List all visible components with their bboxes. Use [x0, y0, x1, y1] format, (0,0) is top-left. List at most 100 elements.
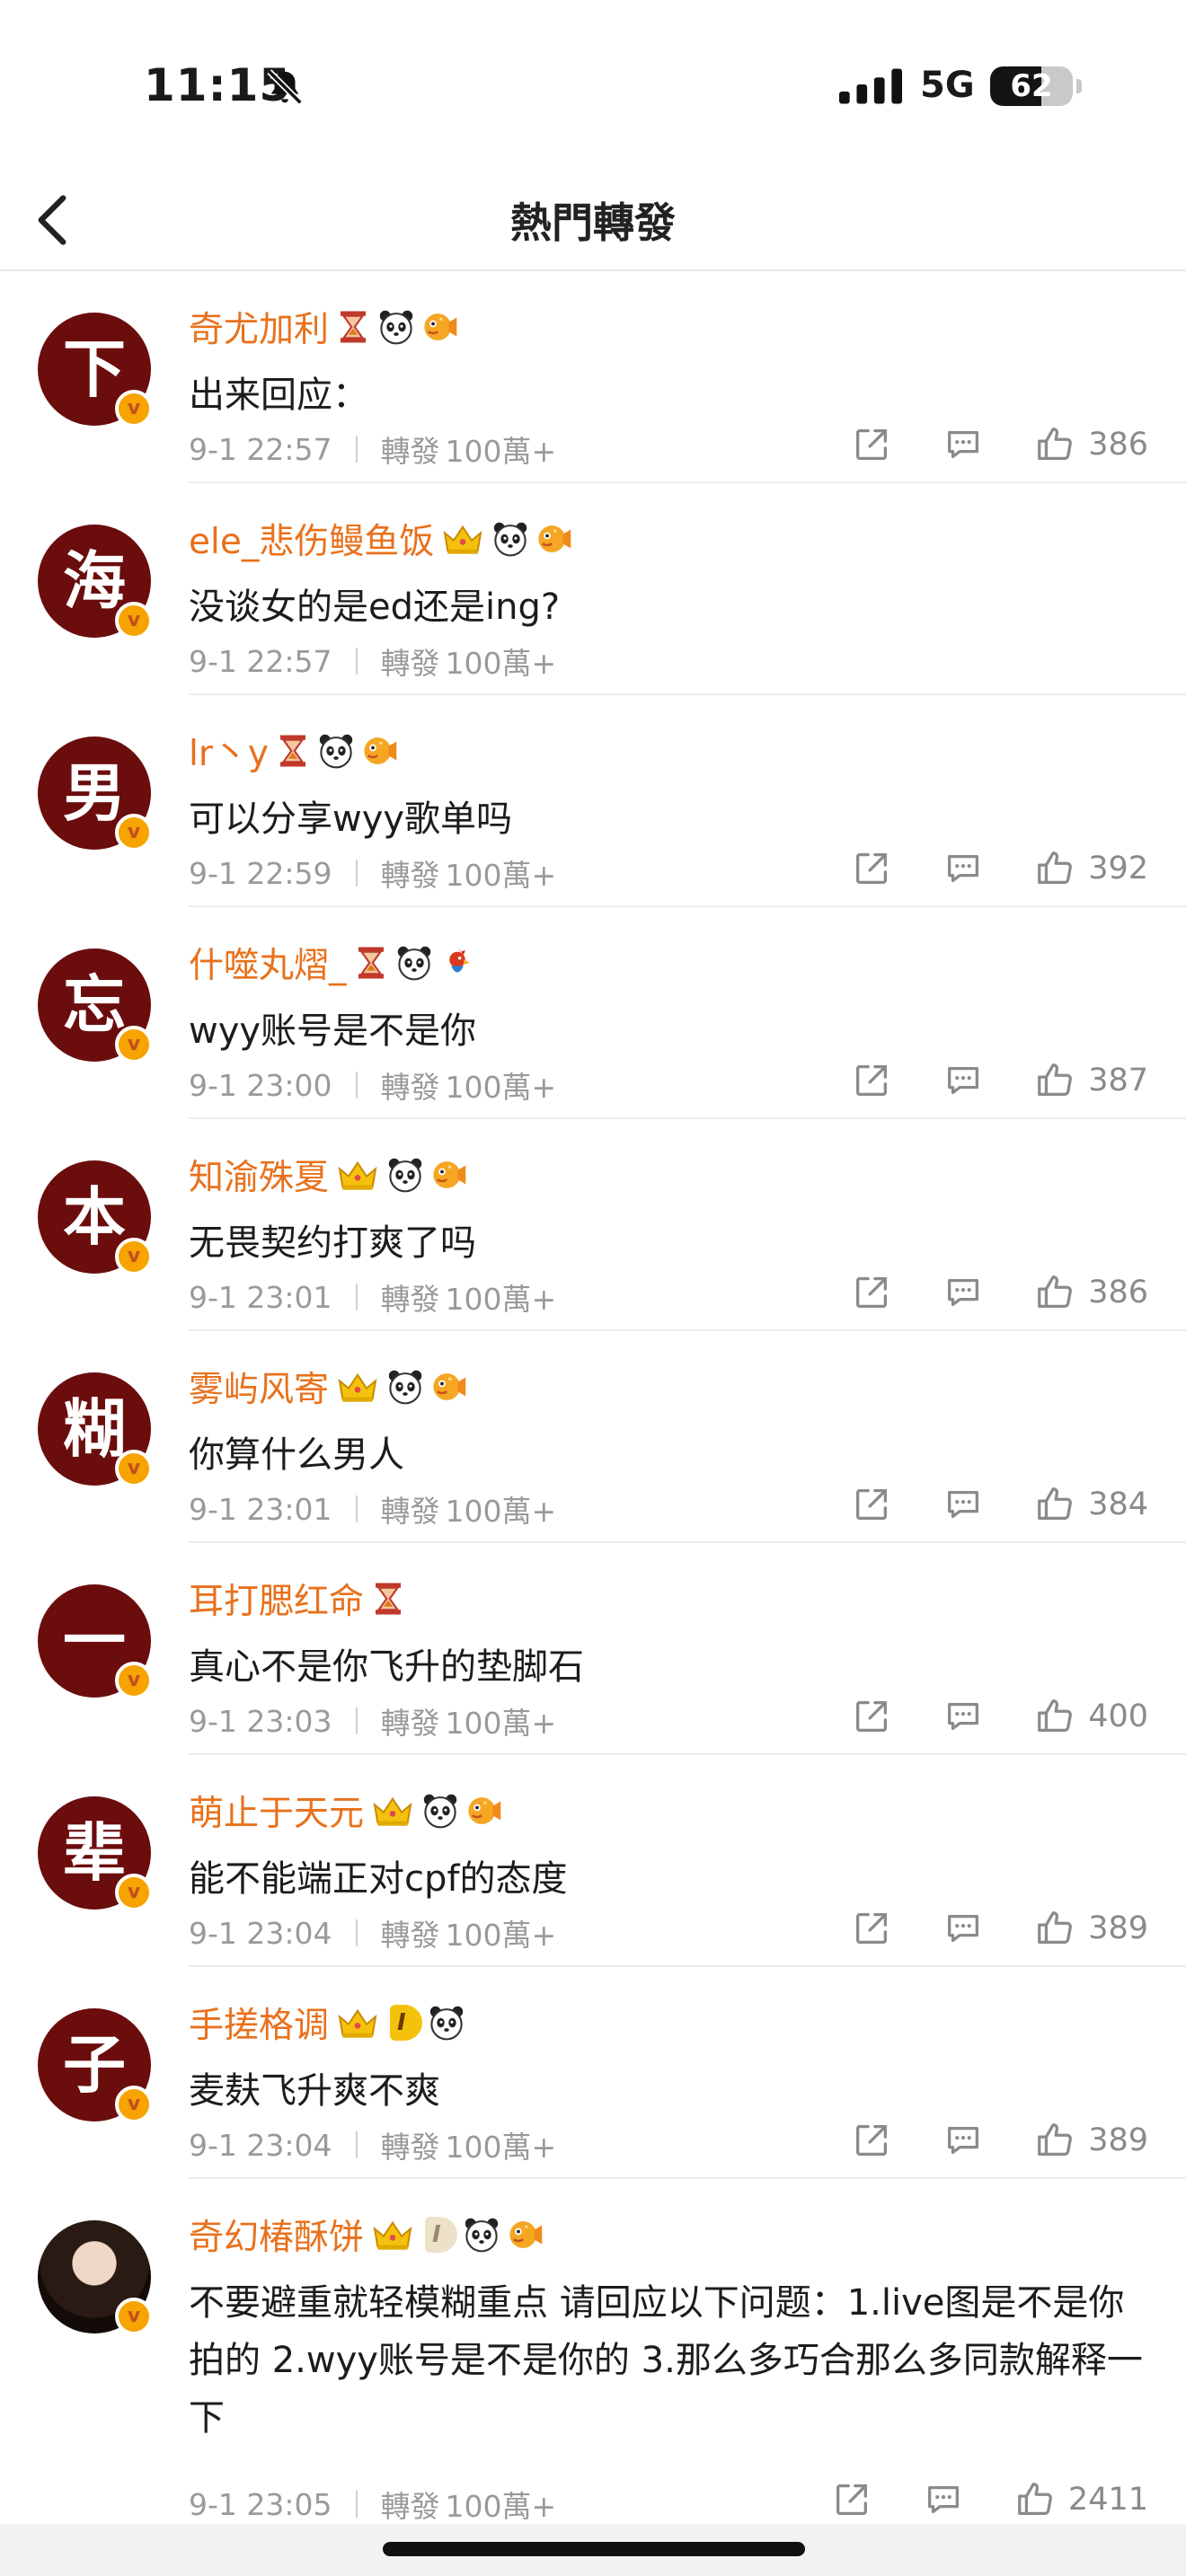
comment-meta: 9-1 23:04 轉發 100萬+	[189, 2123, 556, 2166]
level-badge: I	[425, 2217, 457, 2253]
crown-icon	[334, 1157, 381, 1193]
like-icon[interactable]	[1034, 1060, 1075, 1101]
comment-icon[interactable]	[943, 1908, 984, 1949]
list-item[interactable]: 一 v 耳打腮红命 真心不是你飞升的垫脚石 9-1 23:03 轉發 100萬+ 400	[0, 1543, 1186, 1755]
username[interactable]: 雾屿风寄	[189, 1362, 329, 1412]
like-icon[interactable]	[1034, 1272, 1075, 1313]
repost-count: 100萬+	[445, 1070, 557, 1105]
list-item[interactable]: 忘 v 什噬丸熠_ wyy账号是不是你 9-1 23:00 轉發 100萬+ 387	[0, 907, 1186, 1119]
share-icon[interactable]	[851, 848, 892, 889]
repost-count: 100萬+	[445, 1918, 557, 1953]
repost-count: 100萬+	[445, 646, 557, 681]
comment-icon[interactable]	[923, 2479, 964, 2520]
comment-icon[interactable]	[943, 1696, 984, 1737]
action-bar: 389	[851, 1906, 1148, 1951]
list-item[interactable]: 子 v 手搓格调 I 麦麸飞升爽不爽 9-1 23:04 轉發 100萬+ 389	[0, 1967, 1186, 2179]
comment-icon[interactable]	[943, 1272, 984, 1313]
panda-icon	[386, 1368, 424, 1406]
panda-icon	[421, 1792, 459, 1830]
comment-text: 可以分享wyy歌单吗	[189, 798, 513, 840]
list-item[interactable]: 海 v ele_悲伤鳗鱼饭 没谈女的是ed还是ing? 9-1 22:57 轉發 100萬+	[0, 483, 1186, 695]
repost-list: 下 v 奇尤加利 出来回应： 9-1 22:57 轉發 100萬+ 386 海 v ele_悲伤鳗鱼…	[0, 271, 1186, 2538]
timestamp: 9-1 23:01	[189, 1279, 332, 1315]
panda-icon	[317, 732, 355, 770]
list-item[interactable]: 辈 v 萌止于天元 能不能端正对cpf的态度 9-1 23:04 轉發 100萬+ 389	[0, 1755, 1186, 1967]
like-count: 400	[1088, 1698, 1148, 1734]
share-icon[interactable]	[851, 1484, 892, 1525]
comment-meta: 9-1 23:00 轉發 100萬+	[189, 1063, 556, 1107]
repost-count: 100萬+	[445, 2130, 557, 2165]
meta-divider	[355, 1495, 358, 1522]
silent-bell-icon	[267, 69, 303, 105]
comment-icon[interactable]	[943, 2120, 984, 2161]
home-indicator[interactable]	[383, 2542, 805, 2556]
action-bar: 400	[851, 1694, 1148, 1739]
list-item[interactable]: v 奇幻椿酥饼 I 不要避重就轻模糊重点 请回应以下问题：1.live图是不是你拍的 …	[0, 2179, 1186, 2538]
username[interactable]: 知渝殊夏	[189, 1150, 329, 1200]
timestamp: 9-1 23:03	[189, 1703, 332, 1739]
comment-icon[interactable]	[943, 424, 984, 465]
like-icon[interactable]	[1034, 1696, 1075, 1737]
panda-icon	[428, 2004, 465, 2042]
action-bar: 389	[851, 2118, 1148, 2163]
share-icon[interactable]	[851, 1908, 892, 1949]
username[interactable]: 耳打腮红命	[189, 1574, 364, 1624]
pufferfish-icon	[429, 1156, 467, 1194]
share-icon[interactable]	[851, 1060, 892, 1101]
panda-icon	[377, 308, 415, 346]
username[interactable]: 奇幻椿酥饼	[189, 2210, 364, 2260]
like-icon[interactable]	[1034, 848, 1075, 889]
meta-divider	[355, 1707, 358, 1734]
comment-icon[interactable]	[943, 1484, 984, 1525]
like-count: 2411	[1067, 2482, 1148, 2518]
username[interactable]: 什噬丸熠_	[189, 938, 347, 988]
like-icon[interactable]	[1034, 2120, 1075, 2161]
nav-bar: 熱門轉發	[0, 171, 1186, 269]
repost-label: 轉發	[380, 1918, 440, 1953]
action-bar: 392	[851, 846, 1148, 891]
share-icon[interactable]	[851, 424, 892, 465]
username[interactable]: ele_悲伤鳗鱼饭	[189, 514, 434, 564]
like-icon[interactable]	[1034, 424, 1075, 465]
list-item[interactable]: 糊 v 雾屿风寄 你算什么男人 9-1 23:01 轉發 100萬+ 384	[0, 1331, 1186, 1543]
comment-icon[interactable]	[943, 848, 984, 889]
username[interactable]: 萌止于天元	[189, 1786, 364, 1836]
comment-meta: 9-1 23:04 轉發 100萬+	[189, 1911, 556, 1954]
action-bar: 2411	[831, 2477, 1148, 2522]
verified-badge-icon: v	[115, 1874, 153, 1911]
pufferfish-icon	[535, 520, 572, 558]
like-icon[interactable]	[1034, 1484, 1075, 1525]
status-bar: 11:15 5G 62	[0, 0, 1186, 171]
comment-meta: 9-1 23:01 轉發 100萬+	[189, 1275, 556, 1319]
share-icon[interactable]	[851, 1272, 892, 1313]
panda-icon	[386, 1156, 424, 1194]
timestamp: 9-1 22:57	[189, 643, 332, 679]
share-icon[interactable]	[831, 2479, 872, 2520]
timestamp: 9-1 23:05	[189, 2486, 332, 2522]
like-icon[interactable]	[1034, 1908, 1075, 1949]
username[interactable]: 奇尤加利	[189, 302, 329, 352]
like-count: 384	[1088, 1486, 1148, 1522]
pufferfish-icon	[420, 308, 458, 346]
list-item[interactable]: 男 v lr丶y 可以分享wyy歌单吗 9-1 22:59 轉發 100萬+ 392	[0, 695, 1186, 907]
like-count: 389	[1088, 1910, 1148, 1946]
share-icon[interactable]	[851, 1696, 892, 1737]
comment-text: 能不能端正对cpf的态度	[189, 1858, 568, 1900]
share-icon[interactable]	[851, 2120, 892, 2161]
comment-icon[interactable]	[943, 1060, 984, 1101]
username[interactable]: 手搓格调	[189, 1998, 329, 2048]
signal-icon	[839, 68, 902, 104]
comment-meta: 9-1 22:57 轉發 100萬+	[189, 640, 556, 683]
comment-text: 不要避重就轻模糊重点 请回应以下问题：1.live图是不是你拍的 2.wyy账号…	[189, 2282, 1143, 2439]
repost-label: 轉發	[380, 434, 440, 469]
username[interactable]: lr丶y	[189, 726, 269, 776]
like-icon[interactable]	[1014, 2479, 1056, 2520]
verified-badge-icon: v	[115, 1238, 153, 1275]
comment-text: 真心不是你飞升的垫脚石	[189, 1646, 584, 1688]
timestamp: 9-1 23:01	[189, 1491, 332, 1527]
comment-meta: 9-1 23:05 轉發 100萬+	[189, 2483, 556, 2526]
list-item[interactable]: 本 v 知渝殊夏 无畏契约打爽了吗 9-1 23:01 轉發 100萬+ 386	[0, 1119, 1186, 1331]
rooster-icon	[438, 944, 476, 982]
list-item[interactable]: 下 v 奇尤加利 出来回应： 9-1 22:57 轉發 100萬+ 386	[0, 271, 1186, 483]
crown-icon	[334, 2005, 381, 2041]
